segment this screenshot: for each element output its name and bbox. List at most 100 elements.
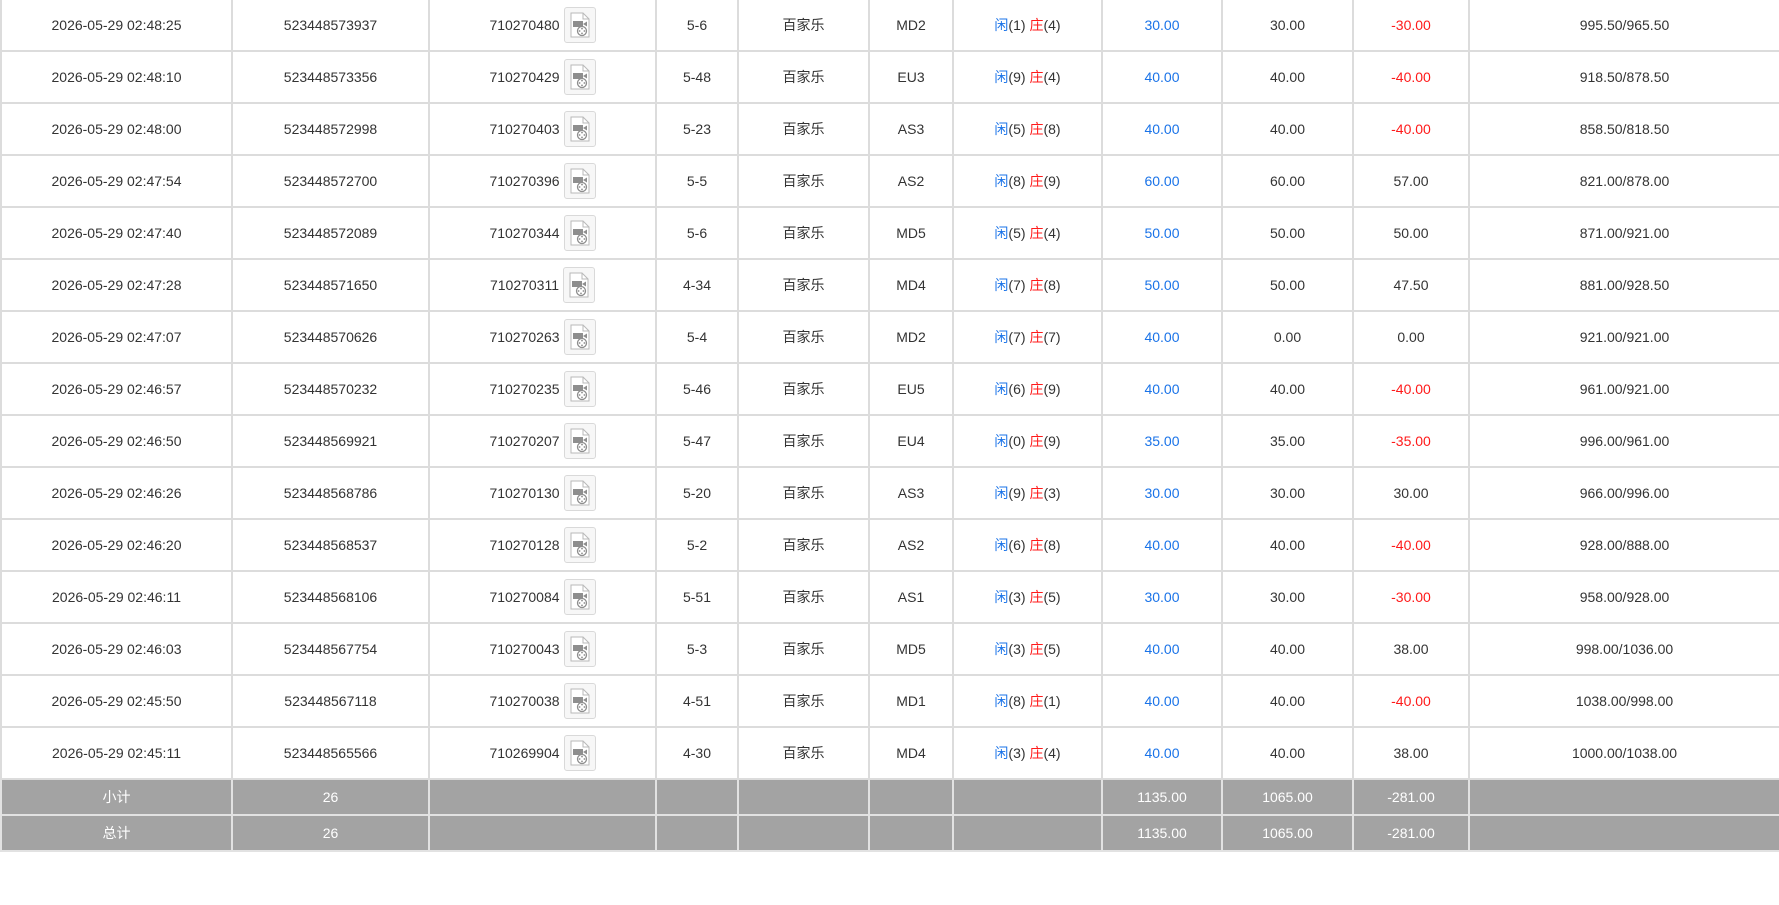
shoe-round: 5-47 xyxy=(655,414,739,468)
video-replay-icon[interactable] xyxy=(563,319,596,355)
table-row: 2026-05-29 02:48:25 523448573937 7102704… xyxy=(0,0,1779,52)
player-points: (7) xyxy=(1008,277,1026,293)
video-replay-icon[interactable] xyxy=(563,215,596,251)
table-row: 2026-05-29 02:46:11 523448568106 7102700… xyxy=(0,570,1779,624)
banker-label: 庄 xyxy=(1029,17,1044,33)
player-points: (5) xyxy=(1008,121,1026,137)
win-loss: 38.00 xyxy=(1352,726,1470,780)
table-code: AS3 xyxy=(868,466,954,520)
game-type: 百家乐 xyxy=(737,0,870,52)
table-code: MD4 xyxy=(868,726,954,780)
shoe-round: 5-3 xyxy=(655,622,739,676)
result-cell: 闲(7) 庄(8) xyxy=(952,258,1103,312)
video-replay-icon[interactable] xyxy=(563,59,596,95)
subtotal-empty-cell xyxy=(428,778,657,816)
win-loss: -30.00 xyxy=(1352,570,1470,624)
bet-number: 523448568537 xyxy=(231,518,430,572)
result-cell: 闲(8) 庄(1) xyxy=(952,674,1103,728)
game-type: 百家乐 xyxy=(737,206,870,260)
video-replay-icon[interactable] xyxy=(563,527,596,563)
video-replay-icon[interactable] xyxy=(563,267,596,303)
round-cell: 710270128 xyxy=(428,518,657,572)
subtotal-winloss: -281.00 xyxy=(1352,778,1470,816)
banker-points: (5) xyxy=(1043,589,1061,605)
shoe-round: 5-46 xyxy=(655,362,739,416)
shoe-round: 5-51 xyxy=(655,570,739,624)
win-loss: -40.00 xyxy=(1352,674,1470,728)
video-replay-icon[interactable] xyxy=(563,683,596,719)
player-label: 闲 xyxy=(994,381,1009,397)
win-loss: -40.00 xyxy=(1352,518,1470,572)
total-label: 总计 xyxy=(0,814,233,852)
result-cell: 闲(0) 庄(9) xyxy=(952,414,1103,468)
bet-amount: 40.00 xyxy=(1101,310,1223,364)
bet-amount: 60.00 xyxy=(1101,154,1223,208)
result-cell: 闲(5) 庄(8) xyxy=(952,102,1103,156)
banker-points: (8) xyxy=(1043,537,1061,553)
banker-label: 庄 xyxy=(1029,225,1044,241)
bet-number: 523448571650 xyxy=(231,258,430,312)
banker-label: 庄 xyxy=(1029,589,1044,605)
round-cell: 710270480 xyxy=(428,0,657,52)
banker-points: (9) xyxy=(1043,381,1061,397)
shoe-round: 5-20 xyxy=(655,466,739,520)
game-type: 百家乐 xyxy=(737,466,870,520)
video-replay-icon[interactable] xyxy=(563,631,596,667)
records-footer: 小计 26 1135.00 1065.00 -281.00 总计 26 1135… xyxy=(0,778,1779,852)
win-loss: 47.50 xyxy=(1352,258,1470,312)
video-replay-icon[interactable] xyxy=(563,7,596,43)
win-loss: -40.00 xyxy=(1352,362,1470,416)
video-replay-icon[interactable] xyxy=(563,111,596,147)
round-cell: 710270043 xyxy=(428,622,657,676)
subtotal-empty-cell xyxy=(737,778,870,816)
records-body: 2026-05-29 02:48:25 523448573937 7102704… xyxy=(0,0,1779,780)
table-code: EU3 xyxy=(868,50,954,104)
bet-time: 2026-05-29 02:46:57 xyxy=(0,362,233,416)
shoe-round: 4-51 xyxy=(655,674,739,728)
video-replay-icon[interactable] xyxy=(563,579,596,615)
round-number: 710270429 xyxy=(489,69,560,85)
table-code: EU5 xyxy=(868,362,954,416)
bet-time: 2026-05-29 02:47:40 xyxy=(0,206,233,260)
balance-before-after: 995.50/965.50 xyxy=(1468,0,1779,52)
bet-time: 2026-05-29 02:46:11 xyxy=(0,570,233,624)
win-loss: 38.00 xyxy=(1352,622,1470,676)
bet-number: 523448573937 xyxy=(231,0,430,52)
round-cell: 710270263 xyxy=(428,310,657,364)
game-type: 百家乐 xyxy=(737,310,870,364)
round-number: 710270084 xyxy=(489,589,560,605)
bet-amount: 30.00 xyxy=(1101,466,1223,520)
player-label: 闲 xyxy=(994,329,1009,345)
win-loss: 0.00 xyxy=(1352,310,1470,364)
bet-number: 523448570232 xyxy=(231,362,430,416)
video-replay-icon[interactable] xyxy=(563,475,596,511)
player-points: (5) xyxy=(1008,225,1026,241)
valid-bet: 0.00 xyxy=(1221,310,1354,364)
subtotal-empty-cell xyxy=(868,778,954,816)
result-cell: 闲(9) 庄(3) xyxy=(952,466,1103,520)
bet-amount: 40.00 xyxy=(1101,102,1223,156)
win-loss: -35.00 xyxy=(1352,414,1470,468)
video-replay-icon[interactable] xyxy=(563,163,596,199)
player-points: (1) xyxy=(1008,17,1026,33)
game-type: 百家乐 xyxy=(737,674,870,728)
game-type: 百家乐 xyxy=(737,50,870,104)
video-replay-icon[interactable] xyxy=(563,423,596,459)
banker-points: (9) xyxy=(1043,173,1061,189)
player-label: 闲 xyxy=(994,745,1009,761)
bet-amount: 40.00 xyxy=(1101,622,1223,676)
banker-points: (4) xyxy=(1043,225,1061,241)
round-number: 710270038 xyxy=(489,693,560,709)
player-points: (8) xyxy=(1008,693,1026,709)
player-points: (3) xyxy=(1008,745,1026,761)
table-row: 2026-05-29 02:47:07 523448570626 7102702… xyxy=(0,310,1779,364)
video-replay-icon[interactable] xyxy=(563,735,596,771)
game-type: 百家乐 xyxy=(737,102,870,156)
shoe-round: 5-5 xyxy=(655,154,739,208)
result-cell: 闲(3) 庄(4) xyxy=(952,726,1103,780)
video-replay-icon[interactable] xyxy=(563,371,596,407)
table-code: AS1 xyxy=(868,570,954,624)
bet-amount: 40.00 xyxy=(1101,518,1223,572)
round-number: 710270344 xyxy=(489,225,560,241)
bet-number: 523448567754 xyxy=(231,622,430,676)
